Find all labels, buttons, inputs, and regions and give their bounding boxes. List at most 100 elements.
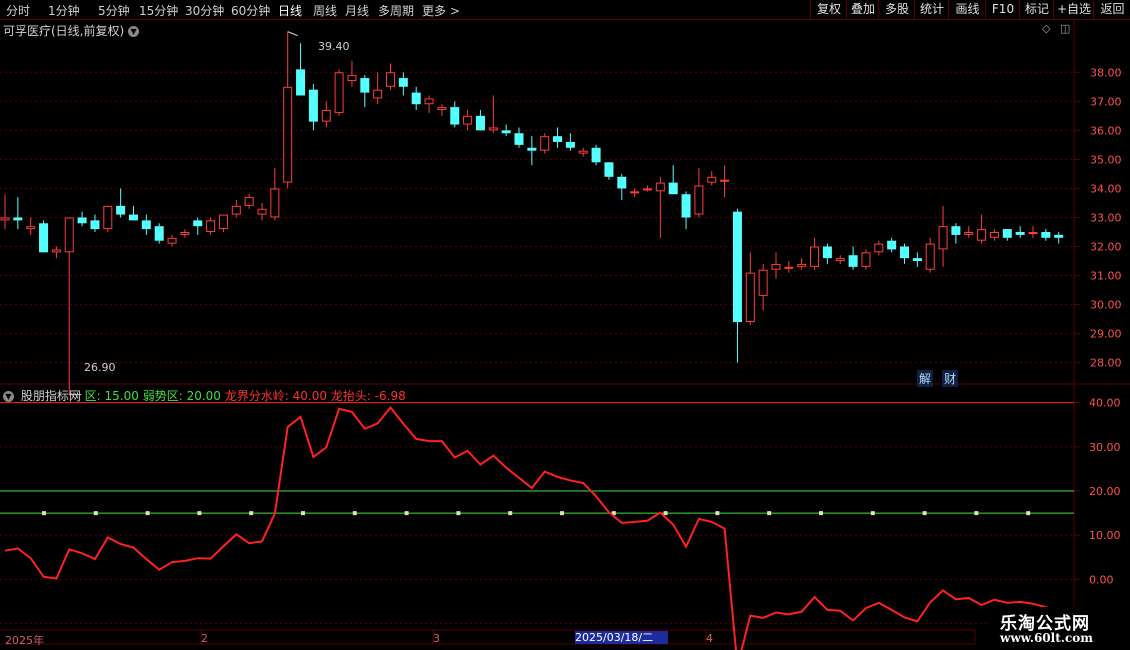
candle [424, 95, 434, 113]
price-tick-label: 29.00 [1090, 328, 1122, 341]
chevron-down-icon[interactable]: ▼ [3, 391, 14, 402]
candle-body [347, 75, 357, 81]
price-tick-label: 36.00 [1090, 124, 1122, 137]
candle-body [989, 231, 999, 238]
candle-body [64, 217, 74, 253]
candle-body [257, 208, 267, 215]
price-tick-label: 37.00 [1090, 95, 1122, 108]
candle-body [218, 214, 228, 230]
xaxis-label-feb: 2 [201, 632, 208, 645]
candle-body [296, 69, 306, 96]
candle [925, 237, 935, 273]
candle [758, 263, 768, 311]
candle-body [308, 89, 318, 122]
indicator-tick-label: 30.00 [1089, 441, 1121, 454]
candle [321, 101, 331, 128]
candle-body [283, 86, 293, 183]
candle-body [39, 223, 49, 253]
chart-canvas[interactable]: 39.40 26.90 38.00 37.00 36.00 35.00 34.00 33.… [0, 0, 1130, 650]
candle [39, 220, 49, 253]
level-15-marker [560, 511, 564, 516]
candle [373, 72, 383, 105]
candle-body [386, 72, 395, 87]
event-marker-cai[interactable]: 财 [942, 370, 959, 387]
candle-body [810, 246, 820, 267]
candle-body [437, 107, 447, 111]
watermark-url: www.60lt.com [1000, 631, 1093, 645]
candle [218, 214, 228, 232]
candle [565, 133, 575, 151]
candle-body [617, 176, 627, 189]
candle [193, 217, 203, 235]
price-tick-label: 33.00 [1090, 211, 1122, 224]
candle [411, 86, 421, 111]
candle [848, 246, 858, 270]
high-pointer [287, 31, 298, 37]
candle-body [26, 226, 36, 230]
candle [347, 60, 357, 87]
candle-body [1028, 231, 1038, 234]
cursor-date-label: 2025/03/18/二 [575, 631, 668, 644]
event-marker-jie[interactable]: 解 [917, 370, 934, 387]
candle-body [694, 185, 704, 215]
candle-body [0, 217, 10, 221]
candle [655, 176, 665, 238]
candle-body [745, 272, 755, 323]
candle [617, 173, 627, 201]
candle [707, 171, 717, 186]
indicator-param-zone: 区: 15.00 [84, 389, 139, 403]
candle-body [861, 252, 871, 267]
candle [475, 110, 485, 131]
chevron-down-icon[interactable]: ▼ [128, 26, 140, 37]
indicator-tick-label: 10.00 [1089, 529, 1121, 542]
indicator-param-dragon-head: 龙抬头: -6.98 [330, 389, 406, 403]
level-15-marker [663, 511, 668, 516]
candle-body [129, 214, 138, 221]
candle [26, 217, 36, 235]
candle-body [643, 188, 652, 191]
candle-body [784, 266, 794, 269]
window-toggle-icon[interactable]: ◫ [1060, 22, 1070, 35]
candle-body [874, 243, 884, 253]
candle [64, 217, 74, 395]
candle-body [475, 115, 485, 131]
candle-body [732, 211, 742, 323]
candle-body [964, 231, 974, 235]
candle-body [720, 179, 730, 182]
level-15-marker [301, 511, 305, 516]
candle-body [578, 150, 588, 154]
indicator-param-watershed: 龙界分水岭: 40.00 [224, 389, 327, 403]
indicator-axis: 40.0030.0020.0010.000.00-10.00 [1074, 397, 1124, 631]
candle-body [553, 136, 563, 142]
candle-body [90, 220, 100, 230]
candle-body [1054, 234, 1064, 238]
level-15-marker [404, 511, 409, 516]
candle [103, 205, 113, 232]
candle [822, 243, 832, 264]
candle [732, 208, 742, 363]
candle [694, 168, 704, 218]
level-15-marker [197, 511, 202, 516]
candle [681, 191, 691, 230]
candle-body [450, 107, 460, 125]
indicator-levels [0, 402, 1074, 516]
candle-body [334, 72, 344, 113]
candle-body [951, 226, 961, 235]
price-tick-label: 31.00 [1090, 270, 1122, 283]
indicator-tick-label: 40.00 [1089, 397, 1121, 410]
candle [0, 194, 10, 230]
level-15-marker [352, 511, 357, 516]
candle-body [373, 89, 383, 99]
diamond-icon[interactable]: ◇ [1042, 22, 1050, 35]
indicator-name: 股朋指标网 [20, 389, 81, 403]
candle-body [321, 110, 331, 122]
candle [386, 63, 395, 90]
candle-body [848, 255, 858, 267]
candle-body [604, 162, 614, 177]
candle-body [13, 217, 23, 221]
candle-body [231, 205, 241, 215]
level-15-marker [249, 511, 254, 516]
candle [180, 229, 190, 238]
candle [874, 240, 884, 256]
candle [398, 72, 408, 96]
